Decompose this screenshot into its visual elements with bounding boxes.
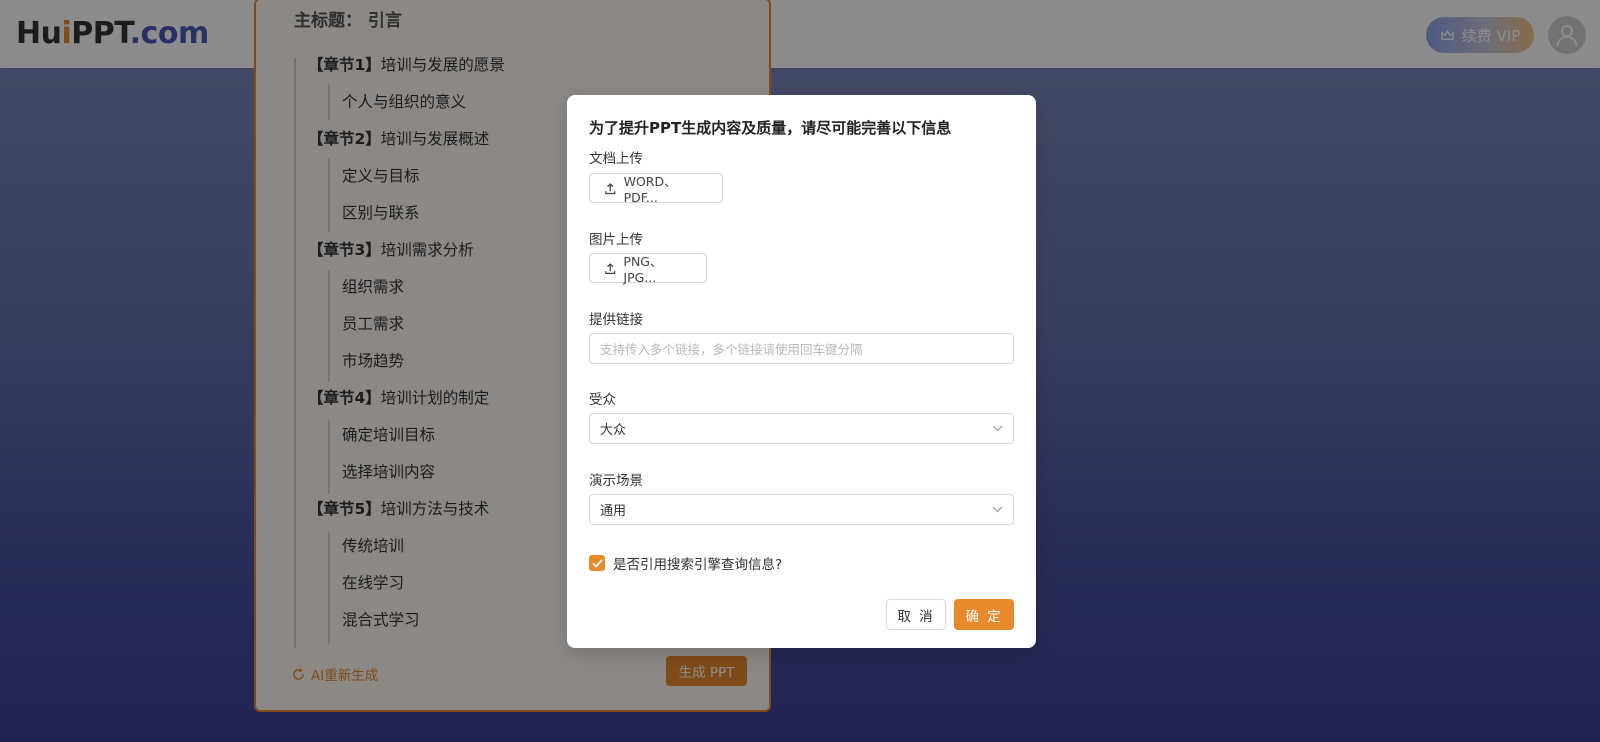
scene-select[interactable]: 通用 — [589, 494, 1014, 525]
scene-label: 演示场景 — [589, 473, 643, 489]
modal-title: 为了提升PPT生成内容及质量，请尽可能完善以下信息 — [589, 119, 952, 137]
doc-upload-label: 文档上传 — [589, 151, 643, 167]
image-upload-button[interactable]: PNG、JPG... — [589, 253, 707, 285]
audience-select[interactable]: 大众 — [589, 413, 1014, 444]
link-input[interactable]: 支持传入多个链接，多个链接请使用回车键分隔 — [589, 333, 1014, 364]
upload-icon — [605, 262, 616, 274]
info-modal: 为了提升PPT生成内容及质量，请尽可能完善以下信息 文档上传 WORD、PDF.… — [567, 95, 1036, 648]
upload-icon — [605, 182, 616, 194]
cancel-button[interactable]: 取 消 — [886, 599, 946, 630]
image-upload-label: 图片上传 — [589, 232, 643, 248]
doc-upload-button[interactable]: WORD、PDF... — [589, 173, 723, 205]
search-engine-option[interactable]: 是否引用搜索引擎查询信息? — [589, 553, 782, 573]
search-engine-checkbox-label[interactable]: 是否引用搜索引擎查询信息? — [613, 553, 782, 573]
link-label: 提供链接 — [589, 312, 643, 328]
scene-select-value: 通用 — [600, 504, 627, 519]
doc-upload-button-label: WORD、PDF... — [623, 174, 677, 205]
chevron-down-icon — [992, 506, 1003, 513]
search-engine-checkbox[interactable] — [589, 555, 605, 571]
audience-select-value: 大众 — [600, 423, 627, 438]
check-icon — [591, 558, 603, 568]
confirm-button[interactable]: 确 定 — [954, 599, 1014, 630]
image-upload-button-label: PNG、JPG... — [623, 254, 663, 285]
link-input-placeholder: 支持传入多个链接，多个链接请使用回车键分隔 — [600, 342, 863, 357]
audience-label: 受众 — [589, 392, 616, 408]
chevron-down-icon — [992, 425, 1003, 432]
